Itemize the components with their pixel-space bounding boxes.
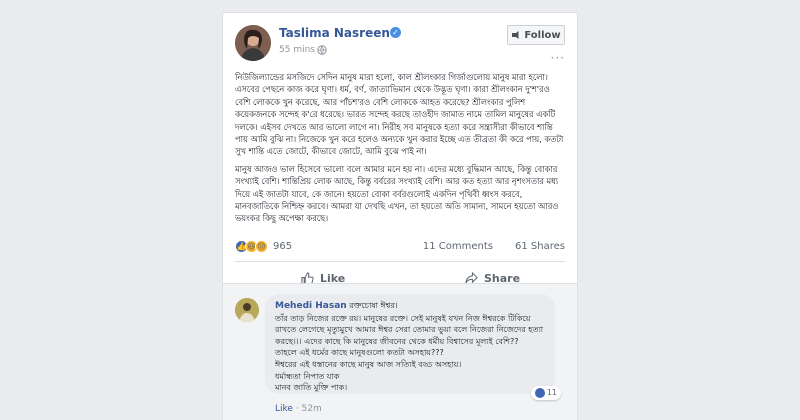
comment-line: তাঁর তাড় নিজের রক্তে রয়। মানুষের রক্তে…	[275, 313, 531, 323]
comment-line: ঈশ্বরের এই ধস্তানের কাছে মানুষ আজ সত্যিই…	[275, 359, 462, 369]
verified-badge-icon: ✓	[390, 27, 401, 38]
post-text: নিউজিল্যান্ডের মসজিদে সেদিন মানুষ মারা হ…	[235, 71, 567, 230]
comment-meta: Like · 52m	[275, 404, 322, 414]
sad-reaction-icon: 😢	[255, 240, 268, 253]
comment-bubble: Mehedi Hasan রক্তচোষা ঈশ্বর। তাঁর তাড় ন…	[265, 294, 561, 400]
more-options-icon[interactable]: ···	[551, 51, 565, 65]
reactions-bar: 👍 😆 😢 965 11 Comments 61 Shares	[235, 238, 565, 258]
comments-section: Mehedi Hasan রক্তচোষা ঈশ্বর। তাঁর তাড় ন…	[223, 283, 577, 420]
post-card: Taslima Nasreen ✓ 55 mins Follow ··· নিউ…	[222, 12, 578, 420]
like-reaction-icon	[534, 388, 545, 399]
follow-button[interactable]: Follow	[507, 25, 565, 45]
post-paragraph: নিউজিল্যান্ডের মসজিদে সেদিন মানুষ মারা হ…	[235, 72, 564, 157]
commenter-name[interactable]: Mehedi Hasan	[275, 301, 347, 311]
comment-reaction-count: 11	[546, 388, 557, 398]
comment-line: রাখতে লেগেছে মৃত্যুমুখে আমার ঈশ্বর সেরা …	[275, 325, 544, 335]
post-paragraph: মানুষ আজও ভাল হিসেবে ভালো বলে আমার মনে হ…	[235, 163, 559, 224]
comment-line: রক্তচোষা ঈশ্বর।	[349, 301, 398, 310]
author-name[interactable]: Taslima Nasreen	[279, 26, 390, 40]
comment-reactions[interactable]: 11	[530, 386, 561, 400]
shares-count[interactable]: 61 Shares	[515, 241, 565, 252]
globe-icon	[317, 45, 327, 55]
post-header: Taslima Nasreen ✓ 55 mins Follow ···	[235, 25, 565, 65]
reaction-count[interactable]: 965	[273, 241, 292, 252]
comment-line: ধর্মান্ধতা নিপাত যাক	[275, 371, 340, 381]
follow-label: Follow	[524, 29, 561, 41]
divider	[235, 261, 565, 262]
comment-line: মানব জাতি মুক্তি পাক।	[275, 383, 348, 393]
comment-time[interactable]: 52m	[302, 404, 322, 414]
reaction-icons[interactable]: 👍 😆 😢	[235, 240, 268, 253]
post-timestamp[interactable]: 55 mins	[279, 45, 315, 55]
comments-count[interactable]: 11 Comments	[423, 241, 493, 252]
commenter-avatar[interactable]	[235, 298, 259, 322]
author-avatar[interactable]	[235, 25, 271, 61]
follow-icon	[512, 31, 519, 39]
comment-line: তাহলে এই ধর্মের কাছে মানুষগুলো কতটা অসহা…	[275, 348, 444, 358]
comment-like-link[interactable]: Like	[275, 404, 293, 414]
comment-line: করছে।।। এদের কাছে কি মানুষের জীবনের থেকে…	[275, 336, 519, 346]
